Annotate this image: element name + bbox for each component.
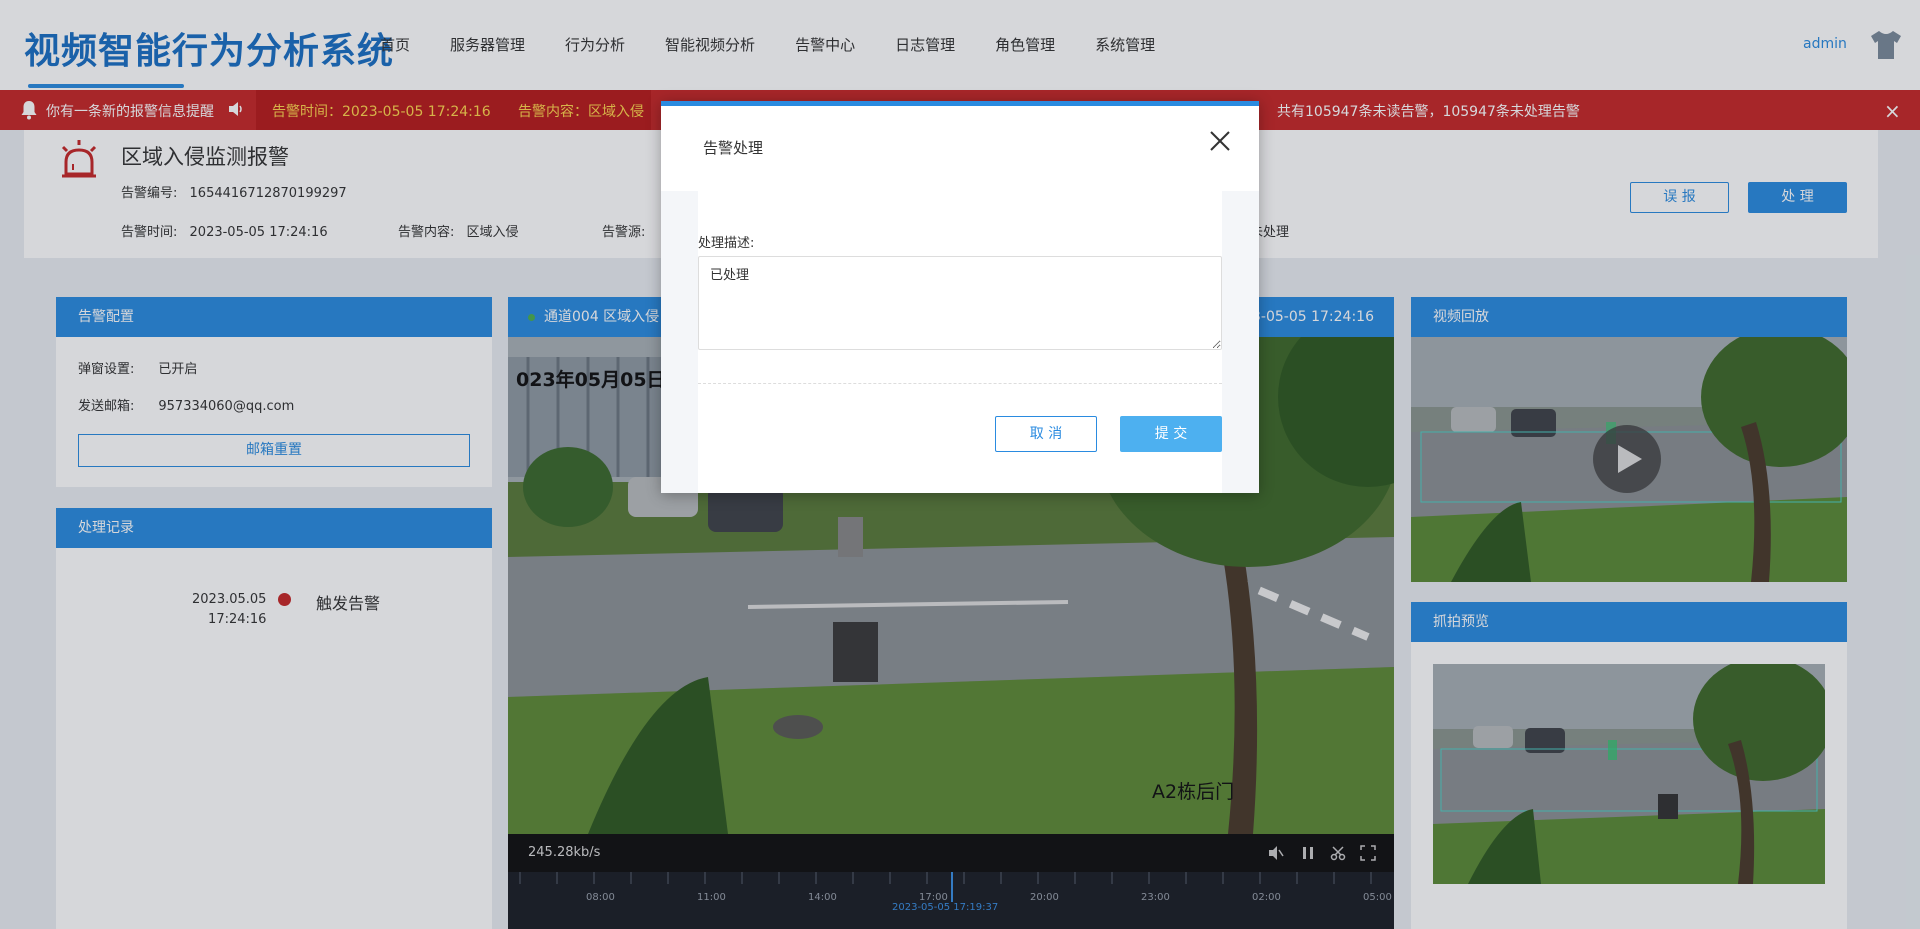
description-textarea[interactable]: 已处理 <box>698 256 1222 350</box>
dialog-right-gutter <box>1222 191 1259 493</box>
alarm-handle-dialog: 告警处理 处理描述: 已处理 取 消 提 交 <box>661 101 1259 493</box>
close-icon[interactable] <box>1208 129 1232 153</box>
description-label: 处理描述: <box>698 236 755 251</box>
dialog-left-gutter <box>661 191 698 493</box>
dialog-title: 告警处理 <box>703 139 764 157</box>
dialog-divider <box>698 383 1222 384</box>
submit-button[interactable]: 提 交 <box>1120 416 1222 452</box>
cancel-button[interactable]: 取 消 <box>995 416 1097 452</box>
